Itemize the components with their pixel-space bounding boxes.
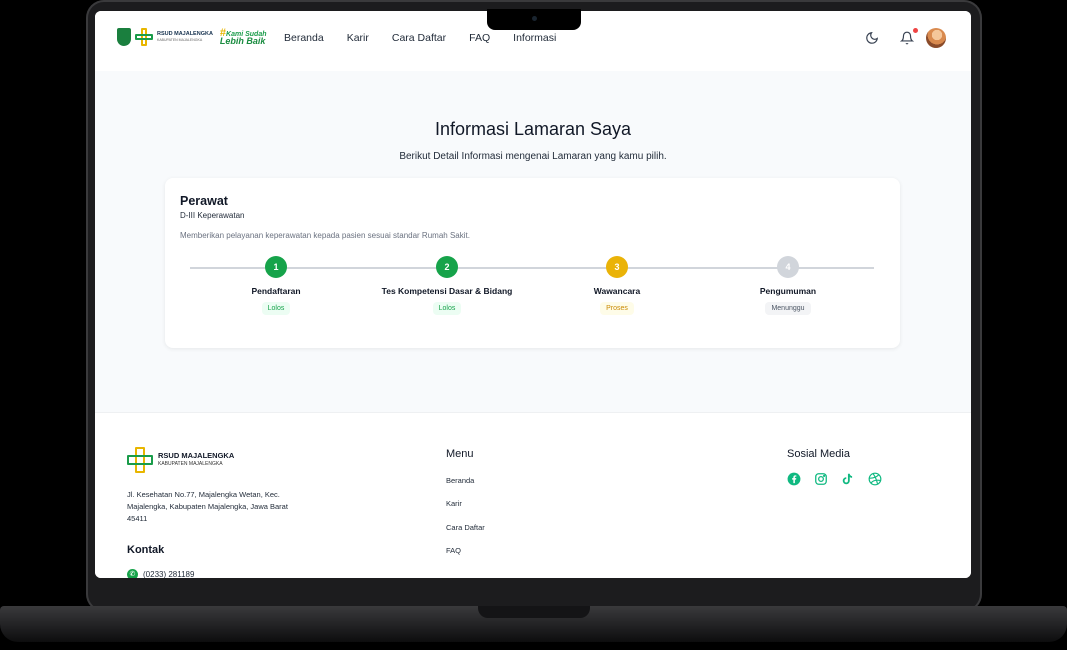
- status-badge: Proses: [600, 302, 634, 315]
- browser-screen: RSUD MAJALENGKA KABUPATEN MAJALENGKA #Ka…: [95, 11, 971, 578]
- footer-link-karir[interactable]: Karir: [446, 499, 462, 508]
- header-logo[interactable]: RSUD MAJALENGKA KABUPATEN MAJALENGKA #Ka…: [117, 27, 267, 46]
- page-title-highlight-text: Saya: [590, 119, 632, 139]
- hospital-cross-icon: [127, 447, 153, 473]
- moon-icon[interactable]: [865, 31, 879, 45]
- footer-social-title: Sosial Media: [787, 448, 850, 460]
- slogan: #Kami Sudah Lebih Baik: [219, 27, 267, 46]
- whatsapp-icon: ✆: [127, 569, 138, 578]
- step-number: 3: [606, 256, 628, 278]
- step-label: Tes Kompetensi Dasar & Bidang: [381, 286, 513, 296]
- facebook-icon[interactable]: [787, 472, 801, 486]
- logo-text: RSUD MAJALENGKA KABUPATEN MAJALENGKA: [157, 31, 213, 43]
- step-label: Wawancara: [593, 286, 641, 296]
- application-card: Perawat D-III Keperawatan Memberikan pel…: [165, 178, 900, 348]
- nav-informasi[interactable]: Informasi: [513, 32, 556, 44]
- step-pengumuman: 4 Pengumuman Menunggu: [698, 256, 878, 315]
- footer-logo-subtitle: KABUPATEN MAJALENGKA: [158, 461, 223, 467]
- tiktok-icon[interactable]: [841, 472, 855, 486]
- footer-logo-title: RSUD MAJALENGKA: [158, 451, 235, 460]
- nav-beranda[interactable]: Beranda: [284, 32, 324, 44]
- step-number: 1: [265, 256, 287, 278]
- footer-logo-text: RSUD MAJALENGKA KABUPATEN MAJALENGKA: [158, 452, 234, 468]
- nav-karir[interactable]: Karir: [347, 32, 369, 44]
- camera-icon: [532, 16, 537, 21]
- kabupaten-emblem-icon: [117, 28, 131, 46]
- camera-notch: [487, 9, 581, 30]
- slogan-big: Lebih Baik: [219, 35, 266, 46]
- status-badge: Lolos: [432, 302, 462, 315]
- step-pendaftaran: 1 Pendaftaran Lolos: [186, 256, 366, 315]
- step-number: 2: [436, 256, 458, 278]
- footer-address: Jl. Kesehatan No.77, Majalengka Wetan, K…: [127, 490, 288, 523]
- status-badge: Menunggu: [765, 302, 811, 315]
- step-tes-kompetensi: 2 Tes Kompetensi Dasar & Bidang Lolos: [357, 256, 537, 315]
- status-badge: Lolos: [261, 302, 291, 315]
- footer-phone[interactable]: ✆ (0233) 281189: [127, 569, 194, 578]
- step-number: 4: [777, 256, 799, 278]
- avatar[interactable]: [926, 28, 946, 48]
- nav-cara-daftar[interactable]: Cara Daftar: [392, 32, 446, 44]
- laptop-base-notch: [478, 606, 590, 618]
- hospital-cross-icon: [135, 28, 153, 46]
- page-subtitle: Berikut Detail Informasi mengenai Lamara…: [399, 151, 667, 162]
- page-title-main: Informasi Lamaran: [434, 119, 586, 139]
- step-label: Pendaftaran: [251, 286, 301, 296]
- dribbble-icon[interactable]: [868, 472, 882, 486]
- instagram-icon[interactable]: [814, 472, 828, 486]
- footer-link-cara-daftar[interactable]: Cara Daftar: [446, 523, 485, 532]
- footer-link-faq[interactable]: FAQ: [446, 546, 461, 555]
- bell-icon[interactable]: [900, 31, 914, 45]
- main-nav: Beranda Karir Cara Daftar FAQ Informasi: [284, 32, 579, 44]
- job-description: Memberikan pelayanan keperawatan kepada …: [180, 231, 470, 240]
- page-title: Informasi Lamaran Saya: [95, 119, 971, 140]
- page-title-highlight: Saya: [590, 119, 631, 139]
- job-title: Perawat: [180, 194, 228, 208]
- footer-link-beranda[interactable]: Beranda: [446, 476, 474, 485]
- logo-subtitle: KABUPATEN MAJALENGKA: [157, 38, 203, 42]
- site-footer: RSUD MAJALENGKA KABUPATEN MAJALENGKA Jl.…: [95, 412, 971, 578]
- step-label: Pengumuman: [759, 286, 817, 296]
- social-icons: [787, 472, 882, 486]
- nav-faq[interactable]: FAQ: [469, 32, 490, 44]
- notification-dot: [913, 28, 918, 33]
- footer-logo[interactable]: RSUD MAJALENGKA KABUPATEN MAJALENGKA: [127, 447, 234, 473]
- footer-contact-title: Kontak: [127, 544, 165, 556]
- job-level: D-III Keperawatan: [180, 211, 245, 220]
- footer-phone-number: (0233) 281189: [143, 570, 195, 578]
- step-wawancara: 3 Wawancara Proses: [527, 256, 707, 315]
- footer-menu-title: Menu: [446, 448, 474, 460]
